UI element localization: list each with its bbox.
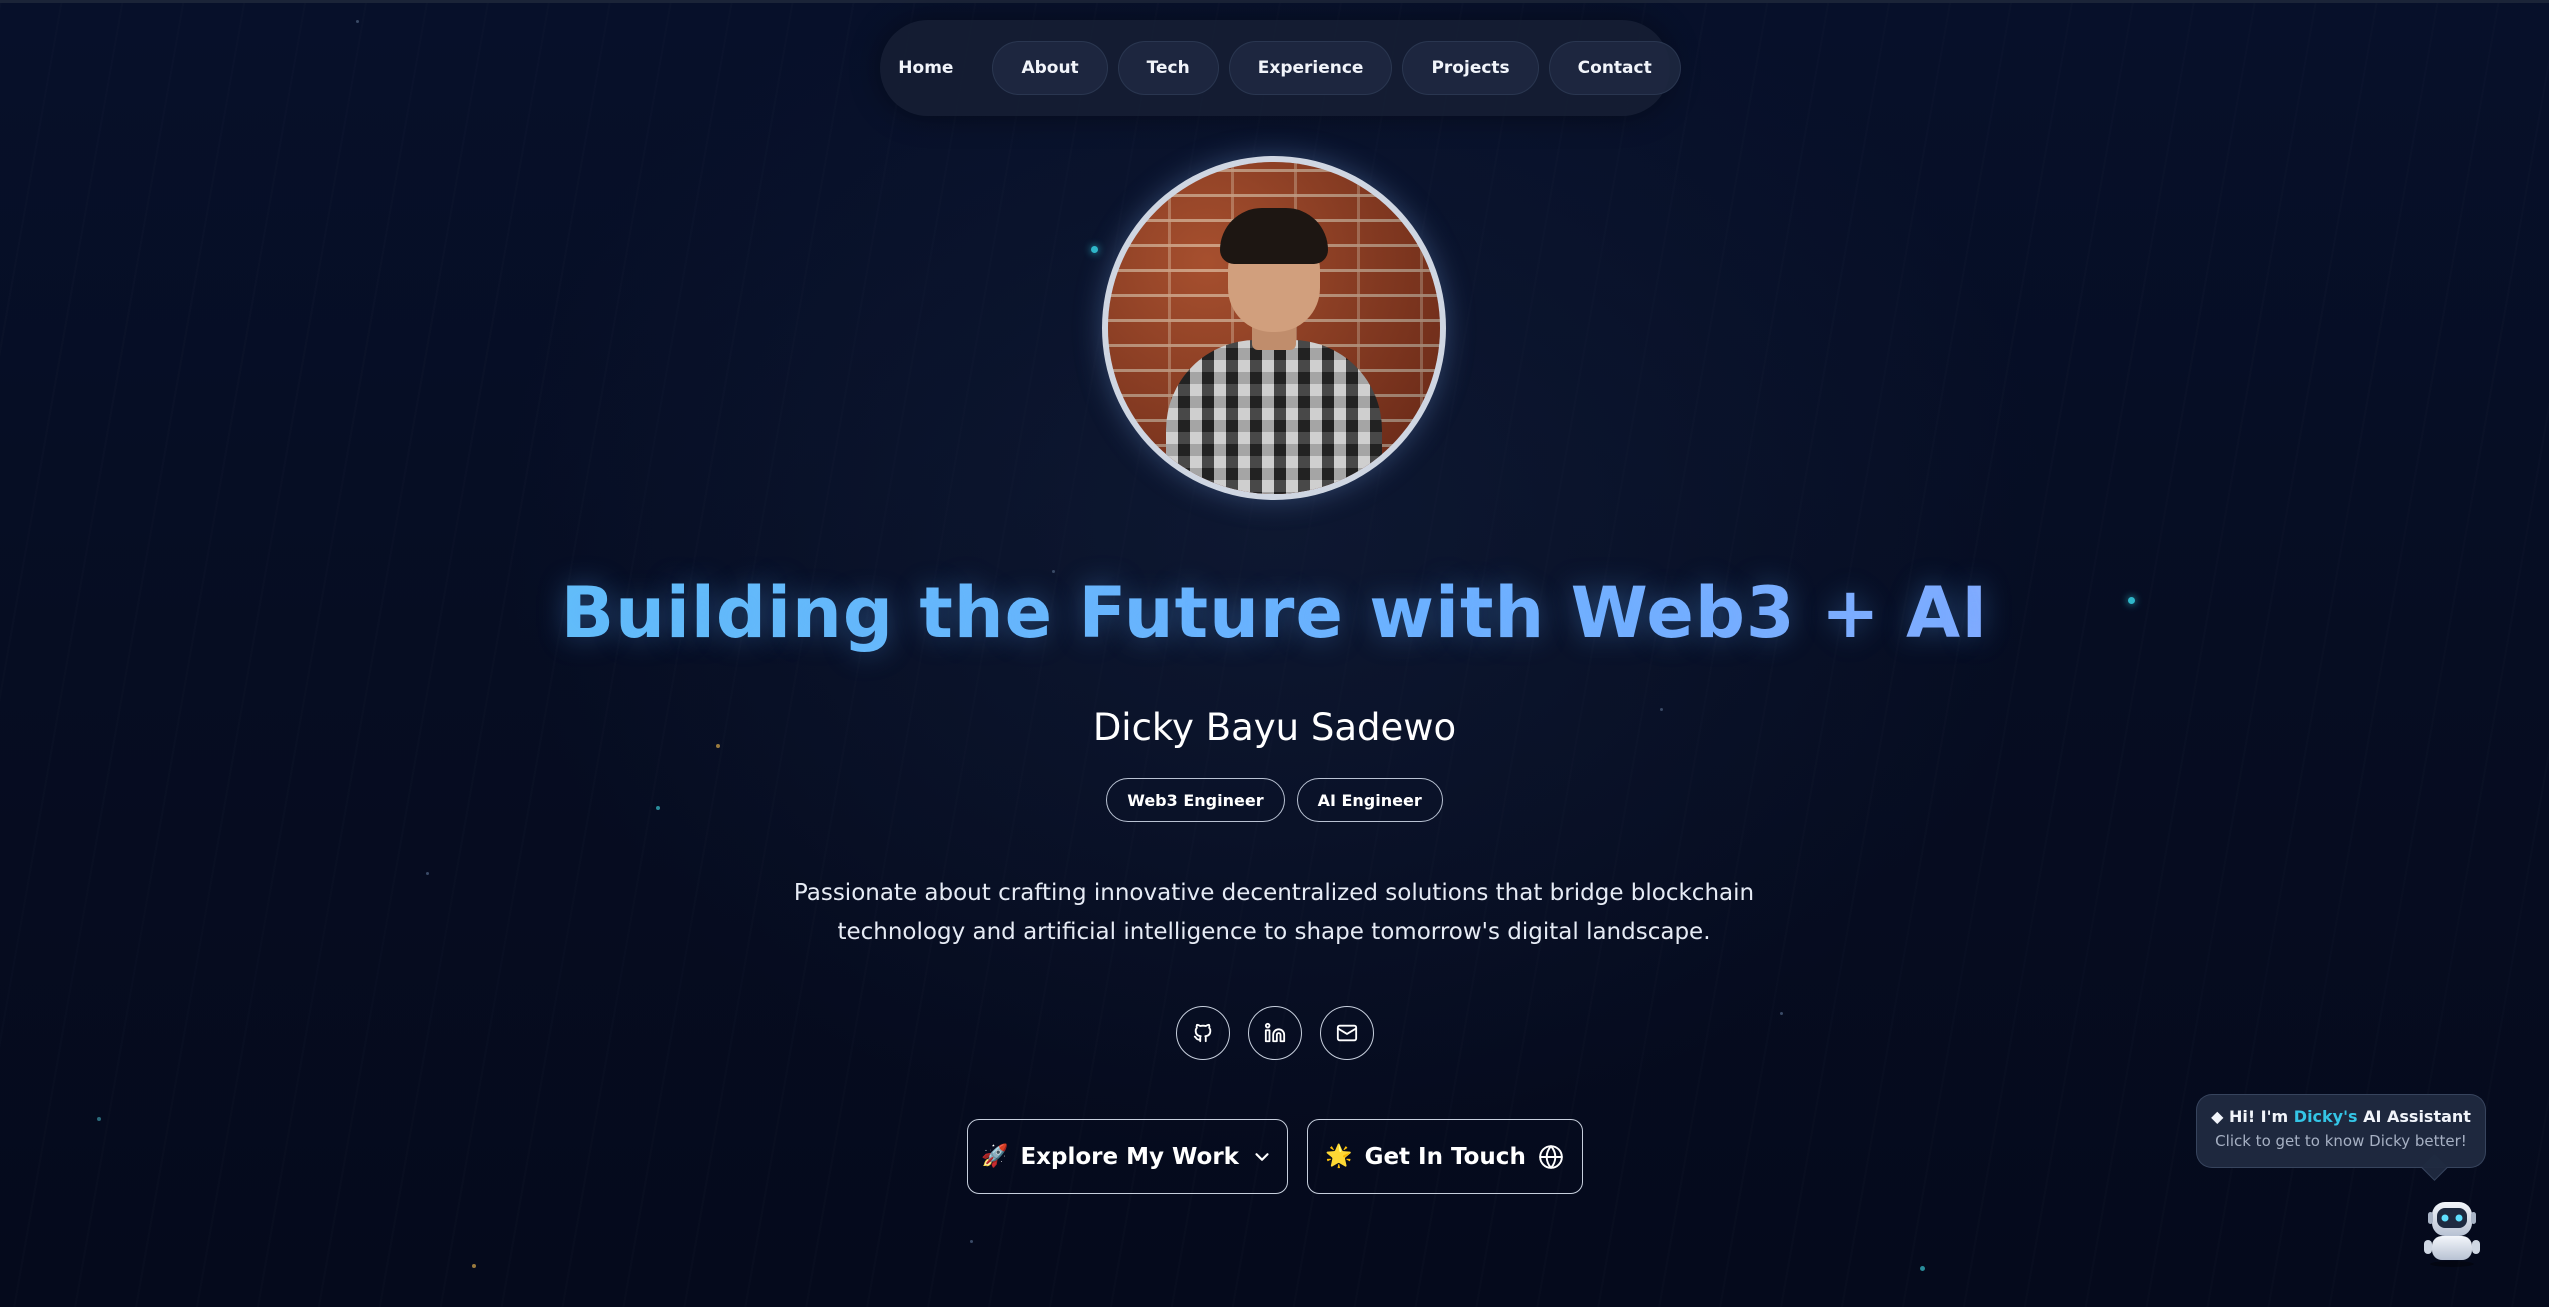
profile-photo-frame — [1102, 156, 1446, 500]
touch-label: Get In Touch — [1364, 1143, 1526, 1170]
cta-group: 🚀 Explore My Work 🌟 Get In Touch — [0, 1119, 2549, 1194]
github-link[interactable] — [1175, 1006, 1230, 1060]
rocket-icon: 🚀 — [981, 1144, 1009, 1169]
role-badge-web3: Web3 Engineer — [1106, 778, 1285, 822]
hero-description: Passionate about crafting innovative dec… — [793, 880, 1755, 945]
nav-tech[interactable]: Tech — [1117, 41, 1219, 95]
linkedin-icon — [1264, 1022, 1285, 1043]
assistant-subtitle: Click to get to know Dicky better! — [2215, 1132, 2467, 1150]
globe-icon — [1539, 1144, 1563, 1169]
mail-icon — [1336, 1024, 1357, 1042]
role-badges: Web3 Engineer AI Engineer — [0, 778, 2549, 822]
star-dot — [426, 872, 429, 875]
nav-about[interactable]: About — [992, 41, 1108, 95]
nav-home[interactable]: Home — [869, 41, 982, 95]
assistant-tooltip[interactable]: ◆ Hi! I'm Dicky's AI Assistant Click to … — [2196, 1094, 2486, 1168]
robot-assistant-icon[interactable] — [2420, 1196, 2484, 1268]
person-shirt — [1166, 340, 1382, 494]
hero-headline: Building the Future with Web3 + AI — [0, 572, 2549, 654]
portfolio-page: Home About Tech Experience Projects Cont… — [0, 0, 2549, 1307]
star-dot — [970, 1240, 973, 1243]
top-border — [0, 0, 2549, 3]
role-badge-ai: AI Engineer — [1296, 778, 1443, 822]
star-dot — [356, 20, 359, 23]
nav-projects[interactable]: Projects — [1402, 41, 1539, 95]
chevron-down-icon — [1255, 1152, 1269, 1161]
explore-my-work-button[interactable]: 🚀 Explore My Work — [966, 1119, 1288, 1194]
main-nav: Home About Tech Experience Projects Cont… — [880, 20, 1681, 116]
nav-experience[interactable]: Experience — [1228, 41, 1393, 95]
email-link[interactable] — [1319, 1006, 1374, 1060]
get-in-touch-button[interactable]: 🌟 Get In Touch — [1306, 1119, 1583, 1194]
star-dot — [1091, 246, 1098, 253]
hero-name: Dicky Bayu Sadewo — [1092, 706, 1457, 749]
social-links — [0, 1006, 2549, 1060]
assistant-greeting: ◆ Hi! I'm Dicky's AI Assistant — [2211, 1107, 2471, 1126]
github-icon — [1193, 1023, 1211, 1043]
profile-photo — [1108, 162, 1440, 494]
assistant-name-highlight: Dicky's — [2293, 1107, 2358, 1126]
star-icon: 🌟 — [1325, 1144, 1353, 1169]
star-dot — [472, 1264, 476, 1268]
star-dot — [1920, 1266, 1925, 1271]
nav-contact[interactable]: Contact — [1548, 41, 1681, 95]
explore-label: Explore My Work — [1020, 1143, 1239, 1170]
linkedin-link[interactable] — [1247, 1006, 1302, 1060]
